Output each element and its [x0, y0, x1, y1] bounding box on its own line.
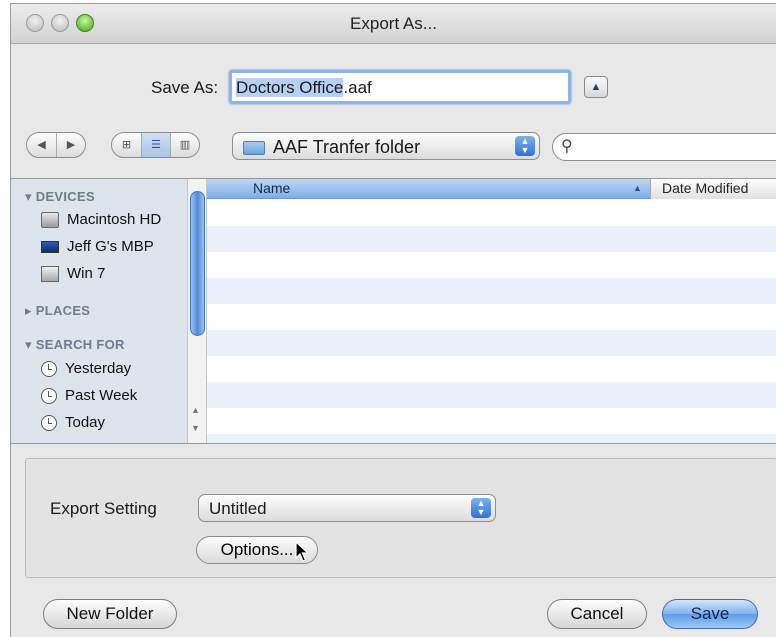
forward-button[interactable]: ▶ — [56, 133, 85, 157]
window-title: Export As... — [350, 14, 437, 33]
icon-view-button[interactable]: ⊞ — [112, 133, 141, 157]
new-folder-button[interactable]: New Folder — [43, 599, 177, 629]
search-header-label: SEARCH FOR — [35, 337, 125, 352]
column-header-name[interactable]: Name — [253, 180, 290, 196]
scroll-up-arrow-icon[interactable]: ▲ — [191, 405, 200, 415]
sidebar-item-label: Win 7 — [67, 265, 106, 282]
sidebar-item-yesterday[interactable]: Yesterday — [41, 360, 131, 377]
sidebar-item-label: Yesterday — [65, 360, 132, 377]
export-setting-popup[interactable]: Untitled ▲ ▼ — [198, 494, 496, 522]
scrollbar-thumb[interactable] — [190, 191, 205, 336]
search-input[interactable]: ⚲ — [552, 133, 776, 161]
sidebar-item-macintosh-hd[interactable]: Macintosh HD — [41, 211, 161, 228]
sidebar-header-search[interactable]: ▾ SEARCH FOR — [25, 337, 125, 353]
file-list-header: Name ▲ Date Modified — [207, 179, 776, 199]
file-list[interactable]: Name ▲ Date Modified — [207, 179, 776, 443]
export-setting-label: Export Setting — [50, 499, 157, 518]
filename-extension: .aaf — [343, 78, 372, 97]
filename-field[interactable]: Doctors Office.aaf — [229, 70, 571, 104]
chevron-up-icon: ▲ — [590, 81, 602, 93]
list-row — [207, 278, 776, 304]
popup-arrows-icon: ▲ ▼ — [471, 498, 491, 518]
list-view-button[interactable]: ☰ — [141, 133, 170, 157]
sidebar: ▾ DEVICES Macintosh HD Jeff G's MBP Win … — [11, 179, 187, 443]
save-as-label: Save As: — [151, 78, 219, 97]
sidebar-header-devices[interactable]: ▾ DEVICES — [25, 189, 95, 205]
icon-grid-icon: ⊞ — [121, 139, 132, 151]
sort-ascending-icon: ▲ — [633, 183, 642, 193]
clock-icon — [41, 387, 57, 404]
title-bar: Export As... — [11, 4, 776, 44]
column-view-button[interactable]: ▥ — [170, 133, 199, 157]
list-row — [207, 330, 776, 356]
list-row — [207, 434, 776, 443]
search-icon: ⚲ — [561, 138, 573, 155]
list-row — [207, 382, 776, 408]
back-arrow-icon: ◀ — [37, 139, 46, 151]
list-icon: ☰ — [151, 139, 161, 151]
places-header-label: PLACES — [35, 303, 91, 318]
sidebar-item-jeff-mbp[interactable]: Jeff G's MBP — [41, 238, 154, 255]
back-forward-control: ◀ ▶ — [26, 132, 86, 158]
back-button[interactable]: ◀ — [27, 133, 56, 157]
sidebar-scrollbar[interactable]: ▲ ▼ — [187, 179, 207, 443]
folder-icon — [243, 141, 265, 155]
sidebar-item-win-7[interactable]: Win 7 — [41, 265, 105, 282]
clock-icon — [41, 414, 57, 431]
popup-arrows-icon: ▲ ▼ — [515, 136, 535, 156]
filename-selected-text: Doctors Office — [236, 78, 344, 97]
location-popup[interactable]: AAF Tranfer folder ▲ ▼ — [232, 132, 540, 160]
list-row — [207, 304, 776, 330]
export-setting-value: Untitled — [209, 499, 267, 518]
column-header-date-modified[interactable]: Date Modified — [650, 179, 776, 199]
forward-arrow-icon: ▶ — [66, 139, 76, 151]
export-dialog: Export As... Save As: Doctors Office.aaf… — [10, 3, 776, 637]
sidebar-header-places[interactable]: ▸ PLACES — [25, 303, 90, 319]
view-mode-control: ⊞ ☰ ▥ — [111, 132, 200, 158]
collapse-dialog-button[interactable]: ▲ — [584, 76, 608, 98]
cancel-button[interactable]: Cancel — [547, 599, 647, 629]
list-row — [207, 252, 776, 278]
laptop-icon — [41, 240, 59, 253]
list-row — [207, 356, 776, 382]
sidebar-item-label: Jeff G's MBP — [67, 238, 154, 255]
mouse-pointer-icon — [295, 541, 309, 562]
scroll-down-arrow-icon[interactable]: ▼ — [191, 423, 200, 433]
sidebar-item-label: Macintosh HD — [67, 211, 162, 228]
list-row — [207, 200, 776, 226]
sidebar-item-past-week[interactable]: Past Week — [41, 387, 137, 404]
sidebar-item-label: Today — [65, 414, 106, 431]
file-browser: ▾ DEVICES Macintosh HD Jeff G's MBP Win … — [11, 178, 776, 444]
list-row — [207, 226, 776, 252]
sidebar-item-label: Past Week — [65, 387, 138, 404]
sidebar-item-today[interactable]: Today — [41, 414, 105, 431]
hard-drive-icon — [41, 211, 59, 228]
save-button[interactable]: Save — [662, 599, 758, 629]
network-disk-icon — [41, 265, 59, 282]
columns-icon: ▥ — [179, 139, 191, 151]
devices-header-label: DEVICES — [35, 189, 95, 204]
export-options-panel: Export Setting Untitled ▲ ▼ Options... — [25, 458, 776, 578]
location-label: AAF Tranfer folder — [273, 137, 421, 157]
list-row — [207, 408, 776, 434]
clock-icon — [41, 360, 57, 377]
